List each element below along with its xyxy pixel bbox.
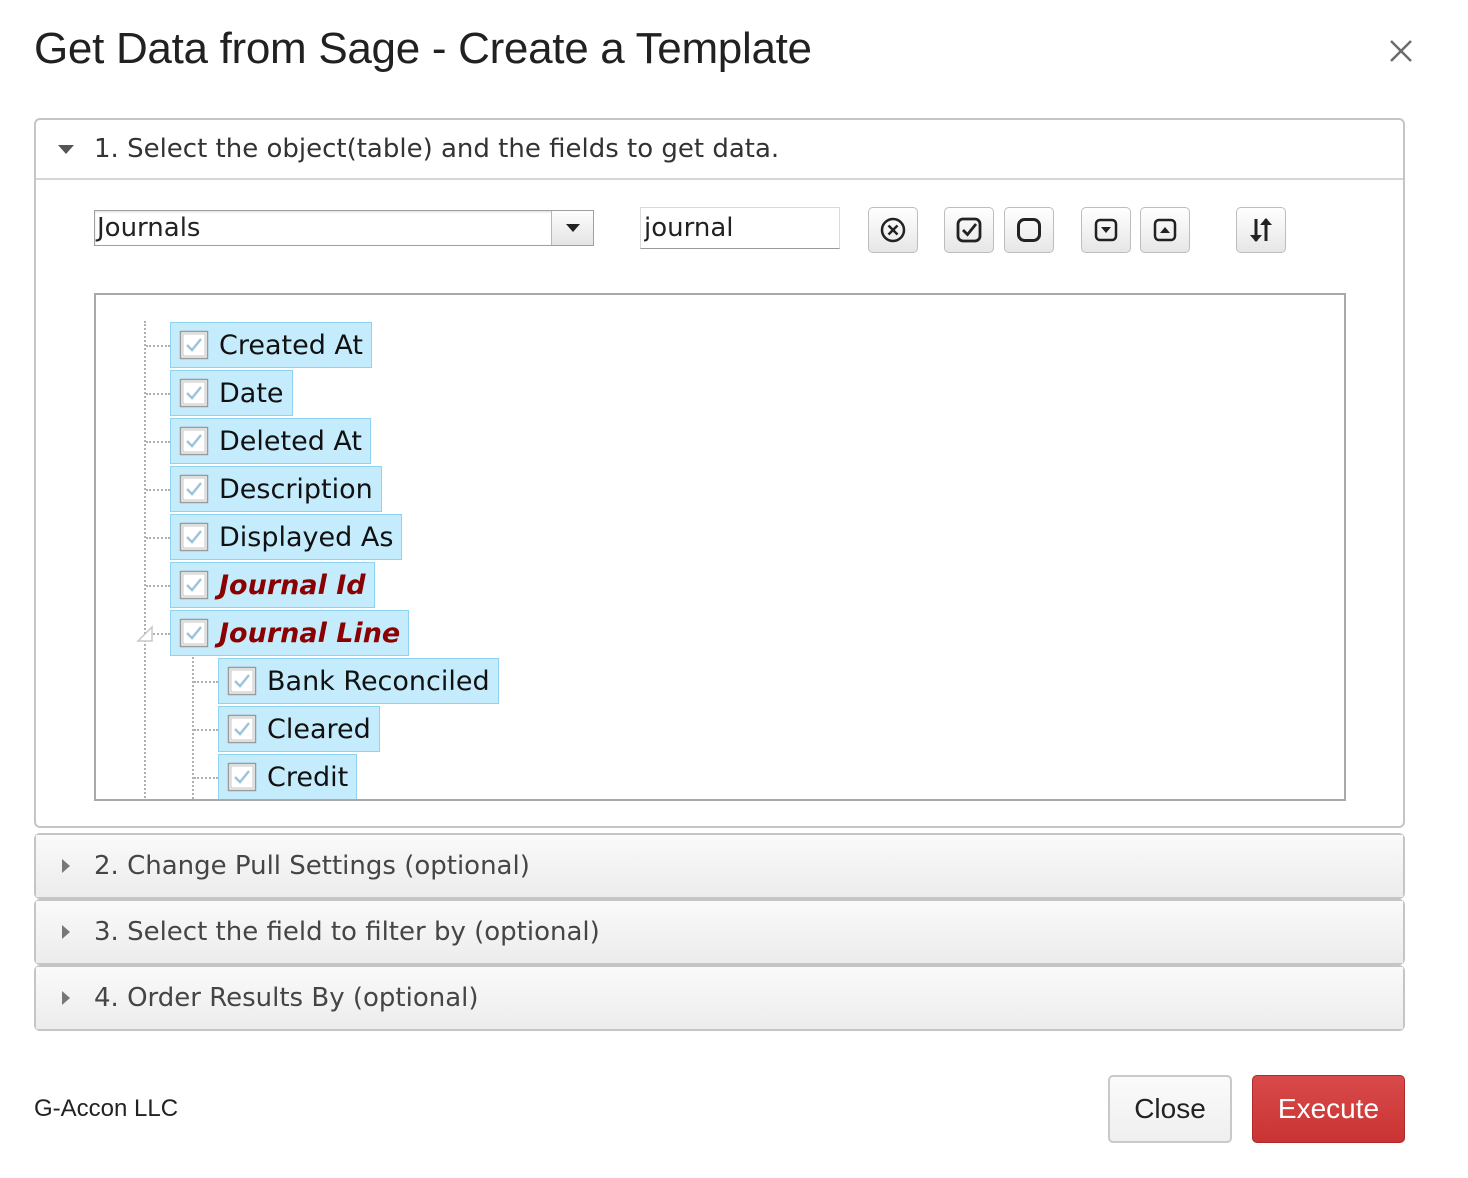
sort-button[interactable] — [1236, 207, 1286, 253]
section-2-title: 2. Change Pull Settings (optional) — [94, 851, 530, 881]
tree-field-node[interactable]: Deleted At — [170, 418, 372, 464]
section-3-title: 3. Select the field to filter by (option… — [94, 917, 600, 947]
expand-arrow-icon — [62, 859, 70, 873]
section-4-title: 4. Order Results By (optional) — [94, 983, 479, 1013]
sort-icon — [1250, 218, 1272, 242]
tree-guide-line — [194, 681, 218, 683]
tree-field-node[interactable]: Displayed As — [170, 514, 403, 560]
field-tree: Created At Date Deleted At Description Displ… — [94, 293, 1346, 801]
tree-node-label: Journal Id — [219, 569, 366, 601]
tree-field-node[interactable]: Created At — [170, 322, 373, 368]
section-3-header[interactable]: 3. Select the field to filter by (option… — [36, 901, 1403, 963]
collapse-all-icon — [1153, 218, 1177, 242]
tree-child-field-node[interactable]: Bank Reconciled — [218, 658, 499, 704]
tree-node-label: Date — [219, 377, 284, 409]
checkbox-checked-icon[interactable] — [179, 330, 209, 360]
uncheck-all-icon — [1017, 218, 1041, 242]
checkbox-checked-icon[interactable] — [179, 426, 209, 456]
tree-field-node[interactable]: Description — [170, 466, 382, 512]
section-4-header[interactable]: 4. Order Results By (optional) — [36, 967, 1403, 1029]
checkbox-checked-icon[interactable] — [227, 762, 257, 792]
footer-brand: G-Accon LLC — [34, 1095, 179, 1122]
close-button[interactable]: Close — [1108, 1075, 1232, 1143]
checkbox-checked-icon[interactable] — [179, 474, 209, 504]
check-all-button[interactable] — [944, 207, 994, 253]
checkbox-checked-icon[interactable] — [227, 666, 257, 696]
tree-node-label: Bank Reconciled — [267, 665, 490, 697]
section-select-object: 1. Select the object(table) and the fiel… — [34, 118, 1405, 828]
tree-node-label: Created At — [219, 329, 364, 361]
checkbox-checked-icon[interactable] — [179, 618, 209, 648]
tree-field-node[interactable]: Journal Line — [170, 610, 410, 656]
section-filter: 3. Select the field to filter by (option… — [34, 899, 1405, 965]
tree-guide-line — [146, 441, 170, 443]
expand-arrow-icon — [62, 991, 70, 1005]
execute-button[interactable]: Execute — [1252, 1075, 1405, 1143]
tree-guide-line — [146, 585, 170, 587]
section-1-header[interactable]: 1. Select the object(table) and the fiel… — [36, 120, 1403, 180]
checkbox-checked-icon[interactable] — [179, 570, 209, 600]
tree-guide-line — [146, 489, 170, 491]
dialog-title: Get Data from Sage - Create a Template — [34, 24, 812, 73]
tree-node-label: Displayed As — [219, 521, 394, 553]
section-pull-settings: 2. Change Pull Settings (optional) — [34, 833, 1405, 899]
tree-guide-line — [146, 345, 170, 347]
checkbox-checked-icon[interactable] — [227, 714, 257, 744]
expanded-triangle-icon[interactable] — [134, 623, 156, 645]
tree-guide-line — [194, 777, 218, 779]
clear-search-button[interactable] — [868, 207, 918, 253]
check-all-icon — [956, 217, 982, 243]
tree-child-field-node[interactable]: Cleared — [218, 706, 380, 752]
tree-node-label: Deleted At — [219, 425, 363, 457]
collapse-arrow-icon — [58, 144, 74, 154]
section-order-by: 4. Order Results By (optional) — [34, 965, 1405, 1031]
expand-arrow-icon — [62, 925, 70, 939]
chevron-down-icon[interactable] — [551, 211, 593, 245]
expand-all-icon — [1094, 218, 1118, 242]
tree-guide-line — [146, 537, 170, 539]
expand-all-button[interactable] — [1081, 207, 1131, 253]
field-search-input[interactable] — [640, 207, 840, 249]
clear-circle-x-icon — [880, 217, 906, 243]
uncheck-all-button[interactable] — [1004, 207, 1054, 253]
close-icon[interactable] — [1384, 34, 1418, 68]
tree-guide-line — [194, 729, 218, 731]
tree-node-label: Journal Line — [219, 617, 401, 649]
tree-field-node[interactable]: Date — [170, 370, 293, 416]
object-select[interactable]: Journals — [94, 210, 594, 246]
object-select-value: Journals — [97, 213, 201, 243]
tree-field-node[interactable]: Journal Id — [170, 562, 375, 608]
collapse-all-button[interactable] — [1140, 207, 1190, 253]
tree-node-label: Cleared — [267, 713, 371, 745]
checkbox-checked-icon[interactable] — [179, 378, 209, 408]
tree-guide-line — [146, 393, 170, 395]
tree-child-field-node[interactable]: Credit — [218, 754, 358, 799]
tree-node-label: Credit — [267, 761, 349, 793]
tree-node-label: Description — [219, 473, 373, 505]
checkbox-checked-icon[interactable] — [179, 522, 209, 552]
section-2-header[interactable]: 2. Change Pull Settings (optional) — [36, 835, 1403, 897]
section-1-title: 1. Select the object(table) and the fiel… — [94, 134, 780, 164]
